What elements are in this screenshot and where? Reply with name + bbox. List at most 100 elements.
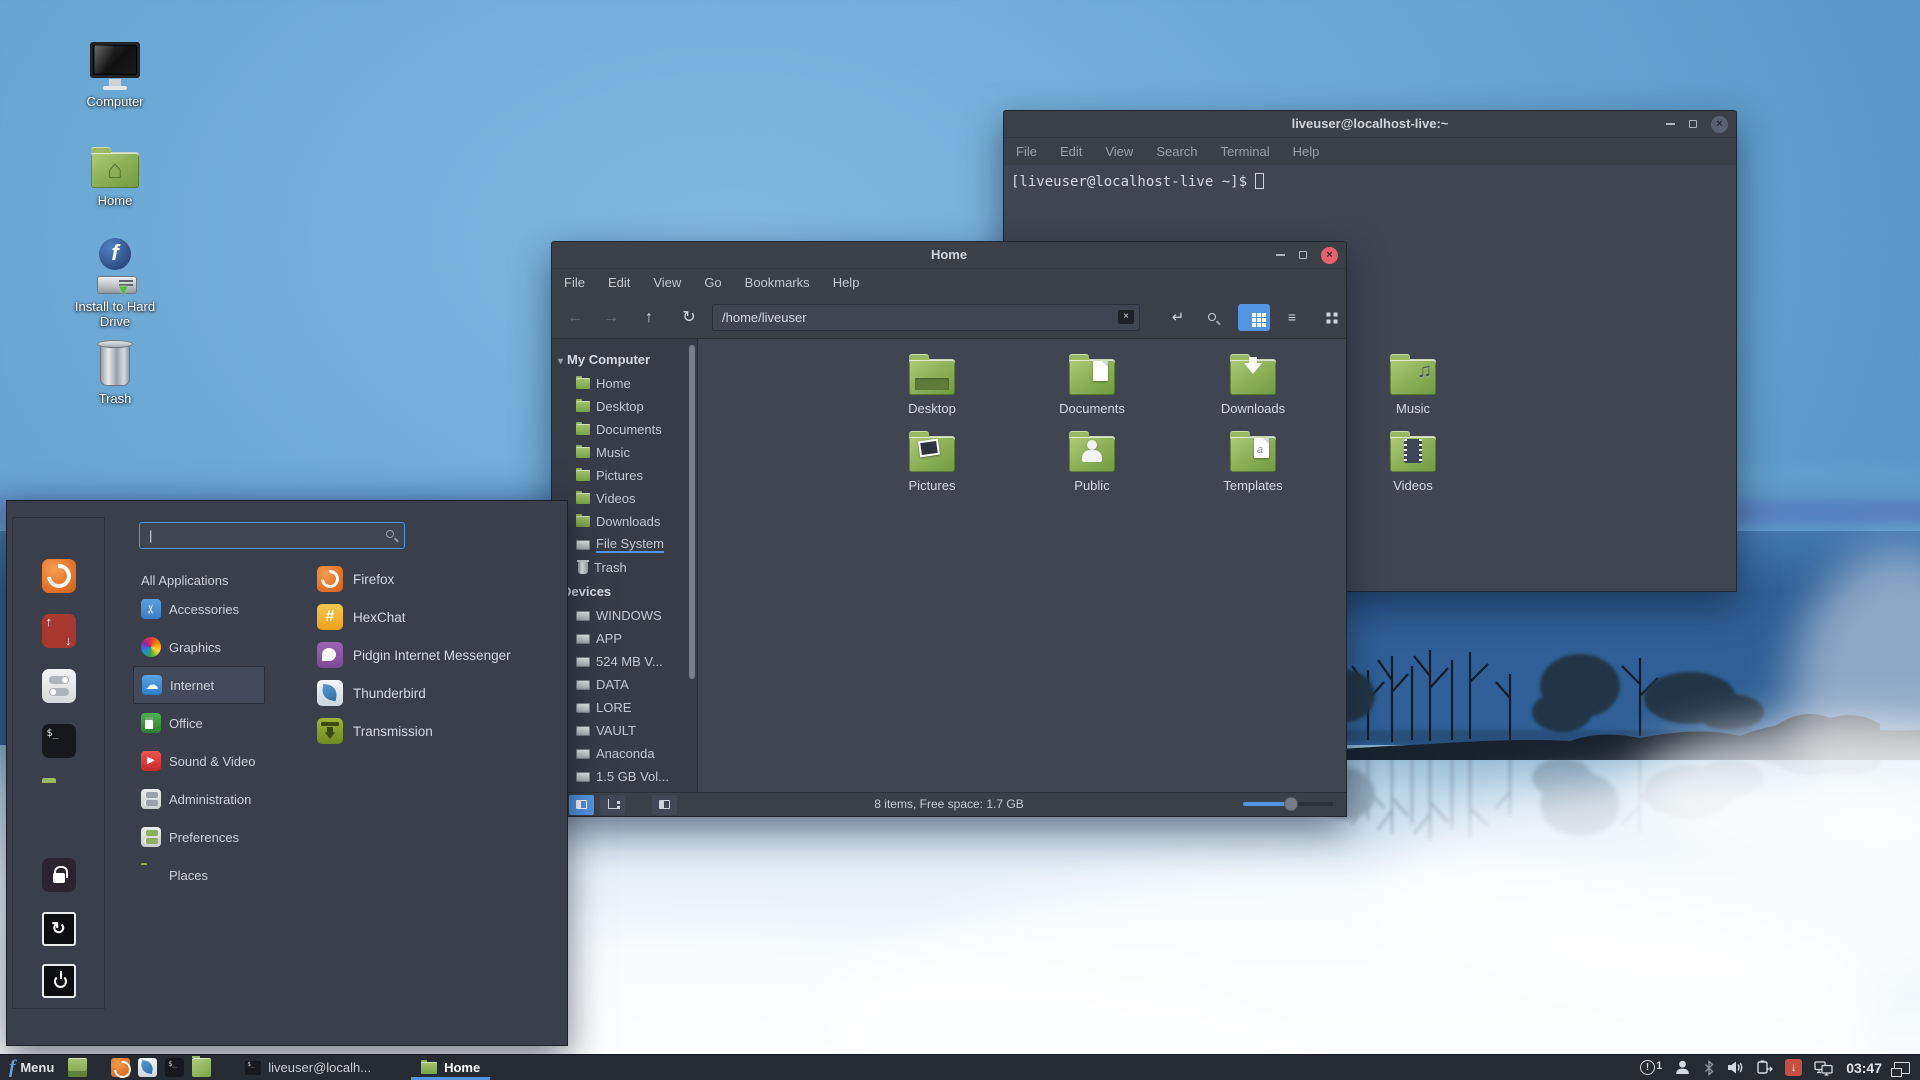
system-settings-icon[interactable]	[41, 669, 76, 703]
toggle-location-entry-icon[interactable]: ↵	[1162, 304, 1194, 331]
minimize-button[interactable]	[1276, 254, 1285, 256]
sidebar-item-file-system[interactable]: File System	[552, 533, 697, 556]
folder-videos[interactable]: Videos	[1353, 431, 1473, 493]
menu-file[interactable]: File	[564, 275, 585, 290]
category-places[interactable]: Places	[133, 856, 265, 894]
terminal-titlebar[interactable]: liveuser@localhost-live:~ ×	[1004, 111, 1736, 138]
sidebar-item-lore[interactable]: LORE	[552, 696, 697, 719]
desktop-icon-trash[interactable]: Trash	[60, 340, 170, 406]
category-graphics[interactable]: Graphics	[133, 628, 265, 666]
list-view-button[interactable]: ≡	[1276, 304, 1308, 331]
app-item-thunderbird[interactable]: Thunderbird	[317, 674, 426, 712]
up-button[interactable]: ↑	[634, 304, 664, 331]
folder-desktop[interactable]: Desktop	[872, 354, 992, 416]
app-item-firefox[interactable]: Firefox	[317, 560, 394, 598]
power-battery-icon[interactable]	[1756, 1060, 1774, 1075]
volume-icon[interactable]	[1727, 1060, 1744, 1075]
lock-screen-icon[interactable]	[41, 858, 76, 892]
sidebar-item-videos[interactable]: Videos	[552, 487, 697, 510]
sidebar-item-home[interactable]: Home	[552, 372, 697, 395]
category-office[interactable]: Office	[133, 704, 265, 742]
menu-bookmarks[interactable]: Bookmarks	[745, 275, 810, 290]
zoom-slider-knob[interactable]	[1284, 797, 1298, 811]
minimize-button[interactable]	[1666, 123, 1675, 125]
menu-file[interactable]: File	[1016, 144, 1037, 159]
sidebar-item-trash[interactable]: Trash	[552, 556, 697, 579]
desktop-icon-install[interactable]: ▼ f Install to Hard Drive	[60, 238, 170, 329]
app-item-hexchat[interactable]: # HexChat	[317, 598, 406, 636]
sidebar-item-downloads[interactable]: Downloads	[552, 510, 697, 533]
icon-view-button[interactable]	[1238, 304, 1270, 331]
user-applet-icon[interactable]	[1674, 1059, 1691, 1076]
app-item-pidgin[interactable]: Pidgin Internet Messenger	[317, 636, 511, 674]
zoom-slider[interactable]	[1243, 797, 1333, 811]
folder-templates[interactable]: a Templates	[1193, 431, 1313, 493]
maximize-button[interactable]	[1299, 251, 1307, 259]
workspace-switcher-icon[interactable]	[1891, 1061, 1910, 1077]
menu-search-input[interactable]: |	[139, 522, 405, 549]
sidebar-item-anaconda[interactable]: Anaconda	[552, 742, 697, 765]
menu-edit[interactable]: Edit	[608, 275, 630, 290]
folder-public[interactable]: Public	[1032, 431, 1152, 493]
file-manager-titlebar[interactable]: Home ×	[552, 242, 1346, 269]
notifications-applet[interactable]: ! 1	[1640, 1060, 1662, 1075]
thunderbird-launcher[interactable]	[138, 1058, 158, 1077]
forward-button[interactable]: →	[596, 304, 626, 331]
shutdown-icon[interactable]	[41, 964, 76, 998]
files-launcher[interactable]	[192, 1056, 212, 1077]
folder-pictures[interactable]: Pictures	[872, 431, 992, 493]
sidebar-scrollbar[interactable]	[689, 345, 695, 679]
maximize-button[interactable]	[1689, 120, 1697, 128]
sidebar-section-header[interactable]: ▾ My Computer	[552, 347, 697, 372]
taskbar-window-terminal[interactable]: $_ liveuser@localh...	[235, 1055, 381, 1080]
search-icon[interactable]	[1198, 304, 1230, 331]
logout-icon[interactable]: ↻	[41, 912, 76, 946]
show-desktop-button[interactable]	[68, 1058, 88, 1077]
menu-button[interactable]: f Menu	[0, 1055, 68, 1080]
sidebar-item-app[interactable]: APP	[552, 627, 697, 650]
menu-view[interactable]: View	[1105, 144, 1133, 159]
software-updater-icon[interactable]: ↑ ↓	[41, 614, 76, 648]
menu-view[interactable]: View	[653, 275, 681, 290]
sidebar-item-windows[interactable]: WINDOWS	[552, 604, 697, 627]
sidebar-item-15gb-volume[interactable]: 1.5 GB Vol...	[552, 765, 697, 788]
refresh-button[interactable]: ↻	[674, 304, 704, 331]
folder-downloads[interactable]: Downloads	[1193, 354, 1313, 416]
sidebar-item-524mb-volume[interactable]: 524 MB V...	[552, 650, 697, 673]
sidebar-item-desktop[interactable]: Desktop	[552, 395, 697, 418]
desktop-icon-home[interactable]: ⌂ Home	[60, 147, 170, 208]
category-internet[interactable]: ☁ Internet	[133, 666, 265, 704]
folder-view[interactable]: Desktop Documents Downloads ♫ Music Pict…	[698, 339, 1436, 792]
sidebar-item-documents[interactable]: Documents	[552, 418, 697, 441]
sidebar-item-music[interactable]: Music	[552, 441, 697, 464]
sidebar-item-pictures[interactable]: Pictures	[552, 464, 697, 487]
taskbar-window-home[interactable]: Home	[411, 1055, 491, 1080]
menu-go[interactable]: Go	[704, 275, 721, 290]
folder-music[interactable]: ♫ Music	[1353, 354, 1473, 416]
category-accessories[interactable]: ✂ Accessories	[133, 590, 265, 628]
menu-terminal[interactable]: Terminal	[1221, 144, 1270, 159]
sidebar-item-data[interactable]: DATA	[552, 673, 697, 696]
sidebar-item-vault[interactable]: VAULT	[552, 719, 697, 742]
bluetooth-icon[interactable]	[1703, 1059, 1715, 1076]
close-button[interactable]: ×	[1711, 115, 1728, 133]
clock[interactable]: 03:47	[1846, 1060, 1882, 1076]
compact-view-button[interactable]	[1312, 304, 1344, 331]
updates-applet-icon[interactable]: ↓	[1785, 1059, 1803, 1076]
network-icon[interactable]	[1814, 1060, 1834, 1076]
menu-help[interactable]: Help	[1293, 144, 1320, 159]
category-sound-video[interactable]: ▶ Sound & Video	[133, 742, 265, 780]
menu-help[interactable]: Help	[833, 275, 860, 290]
firefox-favorite-icon[interactable]	[41, 559, 76, 593]
location-bar[interactable]: /home/liveuser ×	[712, 304, 1140, 331]
category-preferences[interactable]: Preferences	[133, 818, 265, 856]
back-button[interactable]: ←	[560, 304, 590, 331]
desktop-icon-computer[interactable]: Computer	[60, 42, 170, 109]
menu-search[interactable]: Search	[1156, 144, 1197, 159]
files-favorite-icon[interactable]	[42, 782, 76, 816]
clear-location-icon[interactable]: ×	[1118, 310, 1134, 324]
close-button[interactable]: ×	[1321, 246, 1338, 264]
firefox-launcher[interactable]	[111, 1058, 131, 1077]
menu-edit[interactable]: Edit	[1060, 144, 1082, 159]
terminal-favorite-icon[interactable]: $_	[41, 724, 76, 758]
